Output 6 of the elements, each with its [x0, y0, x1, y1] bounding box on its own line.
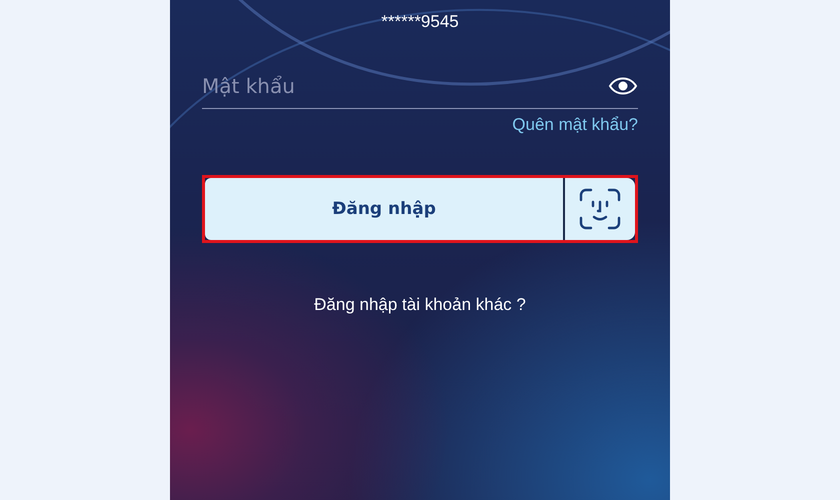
password-field[interactable]: Mật khẩu [202, 74, 608, 98]
face-id-icon[interactable] [563, 178, 635, 240]
masked-account-number: ******9545 [380, 12, 460, 33]
login-button[interactable]: Đăng nhập [205, 178, 563, 240]
forgot-password-link[interactable]: Quên mật khẩu? [512, 115, 638, 135]
other-account-link[interactable]: Đăng nhập tài khoản khác ? [314, 295, 526, 315]
